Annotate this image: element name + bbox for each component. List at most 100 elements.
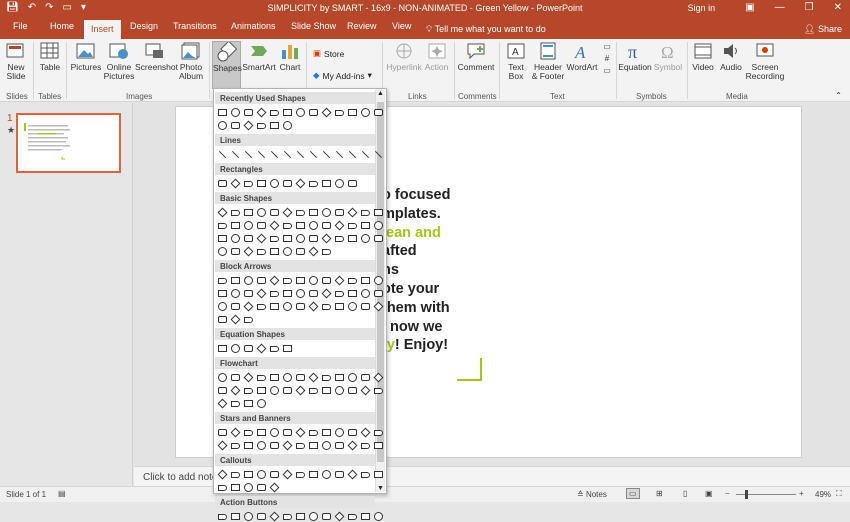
shape-icon[interactable] — [347, 178, 358, 189]
shape-icon[interactable] — [269, 288, 280, 299]
shape-icon[interactable] — [321, 178, 332, 189]
shape-icon[interactable] — [217, 314, 228, 325]
shape-icon[interactable] — [347, 288, 358, 299]
shape-icon[interactable] — [360, 288, 371, 299]
shape-icon[interactable] — [360, 275, 371, 286]
zoom-slider-thumb[interactable] — [745, 490, 748, 499]
online-pictures-button[interactable]: Online Pictures — [103, 41, 135, 81]
shape-icon[interactable] — [230, 343, 241, 354]
video-button[interactable]: Video — [690, 41, 716, 72]
shape-icon[interactable] — [230, 511, 241, 522]
shape-icon[interactable] — [243, 288, 254, 299]
shape-icon[interactable] — [230, 482, 241, 493]
shape-icon[interactable] — [295, 301, 306, 312]
shape-icon[interactable] — [282, 178, 293, 189]
shape-icon[interactable] — [295, 511, 306, 522]
shape-icon[interactable] — [321, 107, 332, 118]
shape-icon[interactable] — [243, 398, 254, 409]
pictures-button[interactable]: Pictures — [70, 41, 102, 72]
shape-icon[interactable] — [230, 301, 241, 312]
shape-icon[interactable] — [308, 440, 319, 451]
notes-toggle[interactable]: ≙ Notes — [577, 490, 607, 499]
shape-icon[interactable] — [256, 301, 267, 312]
shape-icon[interactable] — [347, 385, 358, 396]
shape-icon[interactable] — [360, 107, 371, 118]
shape-icon[interactable] — [256, 220, 267, 231]
shape-icon[interactable] — [308, 178, 319, 189]
shape-icon[interactable] — [256, 372, 267, 383]
shape-icon[interactable] — [269, 385, 280, 396]
shape-icon[interactable] — [308, 207, 319, 218]
shape-icon[interactable] — [334, 149, 345, 160]
fit-to-window-icon[interactable]: ⛶ — [836, 489, 842, 499]
shape-icon[interactable] — [217, 511, 228, 522]
shape-icon[interactable] — [256, 385, 267, 396]
shape-icon[interactable] — [243, 427, 254, 438]
header-footer-button[interactable]: Header & Footer — [530, 41, 566, 81]
shape-icon[interactable] — [308, 233, 319, 244]
shape-icon[interactable] — [217, 440, 228, 451]
shape-icon[interactable] — [217, 343, 228, 354]
text-more-button[interactable]: ▭ # ▭ — [600, 41, 614, 77]
hyperlink-button[interactable]: Hyperlink — [386, 41, 422, 72]
tab-review[interactable]: Review — [347, 21, 377, 31]
shape-icon[interactable] — [269, 207, 280, 218]
scroll-down-icon[interactable]: ▼ — [377, 485, 384, 492]
shape-icon[interactable] — [334, 440, 345, 451]
shape-icon[interactable] — [360, 372, 371, 383]
shape-icon[interactable] — [295, 275, 306, 286]
comment-button[interactable]: Comment — [457, 41, 495, 72]
shape-icon[interactable] — [347, 220, 358, 231]
shape-icon[interactable] — [308, 220, 319, 231]
shape-icon[interactable] — [334, 275, 345, 286]
shape-icon[interactable] — [269, 440, 280, 451]
shape-icon[interactable] — [334, 427, 345, 438]
shape-icon[interactable] — [373, 275, 384, 286]
shape-icon[interactable] — [256, 398, 267, 409]
shape-icon[interactable] — [334, 107, 345, 118]
normal-view-icon[interactable]: ▭ — [626, 488, 640, 499]
shape-icon[interactable] — [217, 246, 228, 257]
audio-button[interactable]: Audio — [718, 41, 744, 72]
shape-icon[interactable] — [256, 207, 267, 218]
slide-thumbnail[interactable] — [16, 113, 121, 173]
shape-icon[interactable] — [243, 482, 254, 493]
shape-icon[interactable] — [308, 511, 319, 522]
shape-icon[interactable] — [282, 301, 293, 312]
shape-icon[interactable] — [256, 149, 267, 160]
shape-icon[interactable] — [243, 372, 254, 383]
restore-icon[interactable]: ❐ — [805, 2, 814, 13]
shape-icon[interactable] — [282, 220, 293, 231]
shape-icon[interactable] — [308, 301, 319, 312]
shape-icon[interactable] — [321, 207, 332, 218]
shape-icon[interactable] — [282, 207, 293, 218]
shape-icon[interactable] — [217, 301, 228, 312]
shape-icon[interactable] — [269, 246, 280, 257]
shape-icon[interactable] — [308, 275, 319, 286]
shape-icon[interactable] — [217, 149, 228, 160]
shape-icon[interactable] — [243, 343, 254, 354]
shape-icon[interactable] — [256, 427, 267, 438]
scroll-up-icon[interactable]: ▲ — [377, 90, 384, 97]
shape-icon[interactable] — [243, 207, 254, 218]
shape-icon[interactable] — [373, 372, 384, 383]
tab-view[interactable]: View — [392, 21, 411, 31]
equation-button[interactable]: π Equation — [618, 41, 652, 72]
shape-icon[interactable] — [269, 301, 280, 312]
shape-icon[interactable] — [230, 149, 241, 160]
shape-icon[interactable] — [295, 372, 306, 383]
shape-icon[interactable] — [295, 149, 306, 160]
shape-icon[interactable] — [295, 220, 306, 231]
shape-icon[interactable] — [347, 511, 358, 522]
shape-icon[interactable] — [243, 275, 254, 286]
shape-icon[interactable] — [217, 482, 228, 493]
shape-icon[interactable] — [321, 440, 332, 451]
wordart-button[interactable]: A WordArt — [566, 41, 598, 72]
my-addins-button[interactable]: ◆ My Add-ins ▾ — [313, 70, 372, 81]
shape-icon[interactable] — [360, 511, 371, 522]
action-button[interactable]: Action — [423, 41, 450, 72]
spell-check-icon[interactable]: ▤ — [58, 489, 66, 498]
shape-icon[interactable] — [308, 385, 319, 396]
photo-album-button[interactable]: Photo Album — [176, 41, 206, 81]
shape-icon[interactable] — [243, 178, 254, 189]
